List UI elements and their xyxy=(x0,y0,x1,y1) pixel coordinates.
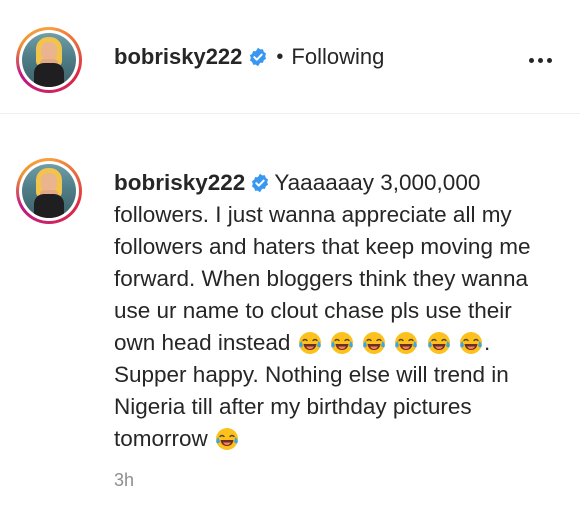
header-username-row: bobrisky222 • Following xyxy=(114,43,384,71)
verified-badge-icon xyxy=(250,47,267,67)
more-dot xyxy=(537,57,543,63)
comment-story-ring[interactable] xyxy=(16,158,82,224)
story-ring[interactable] xyxy=(16,27,82,93)
comment-username-link[interactable]: bobrisky222 xyxy=(114,170,245,195)
tears-of-joy-emoji-icon xyxy=(363,332,386,354)
comment-avatar-border xyxy=(19,161,79,221)
username-link[interactable]: bobrisky222 xyxy=(114,44,242,70)
tears-of-joy-emoji-icon xyxy=(216,428,239,450)
verified-badge-icon xyxy=(252,173,269,193)
tears-of-joy-emoji-icon xyxy=(330,332,353,354)
more-dot xyxy=(528,57,534,63)
caption-comment: bobrisky222 Yaaaaaay 3,000,000 followers… xyxy=(0,114,580,523)
caption-body-part1: Yaaaaaay 3,000,000 followers. I just wan… xyxy=(114,170,531,355)
avatar-border xyxy=(19,30,79,90)
tears-of-joy-emoji-icon xyxy=(395,332,418,354)
avatar-top xyxy=(34,194,64,218)
caption-text: bobrisky222 Yaaaaaay 3,000,000 followers… xyxy=(114,167,554,455)
following-button[interactable]: Following xyxy=(291,44,384,70)
post-header: bobrisky222 • Following xyxy=(0,0,580,114)
timestamp[interactable]: 3h xyxy=(114,470,134,491)
tears-of-joy-emoji-icon xyxy=(459,332,482,354)
avatar[interactable] xyxy=(22,33,76,87)
tears-of-joy-emoji-icon xyxy=(427,332,450,354)
more-dot xyxy=(546,57,552,63)
separator-dot: • xyxy=(276,45,284,68)
more-options-icon[interactable] xyxy=(520,50,560,70)
avatar-top xyxy=(34,63,64,87)
tears-of-joy-emoji-icon xyxy=(298,332,321,354)
comment-avatar[interactable] xyxy=(22,164,76,218)
